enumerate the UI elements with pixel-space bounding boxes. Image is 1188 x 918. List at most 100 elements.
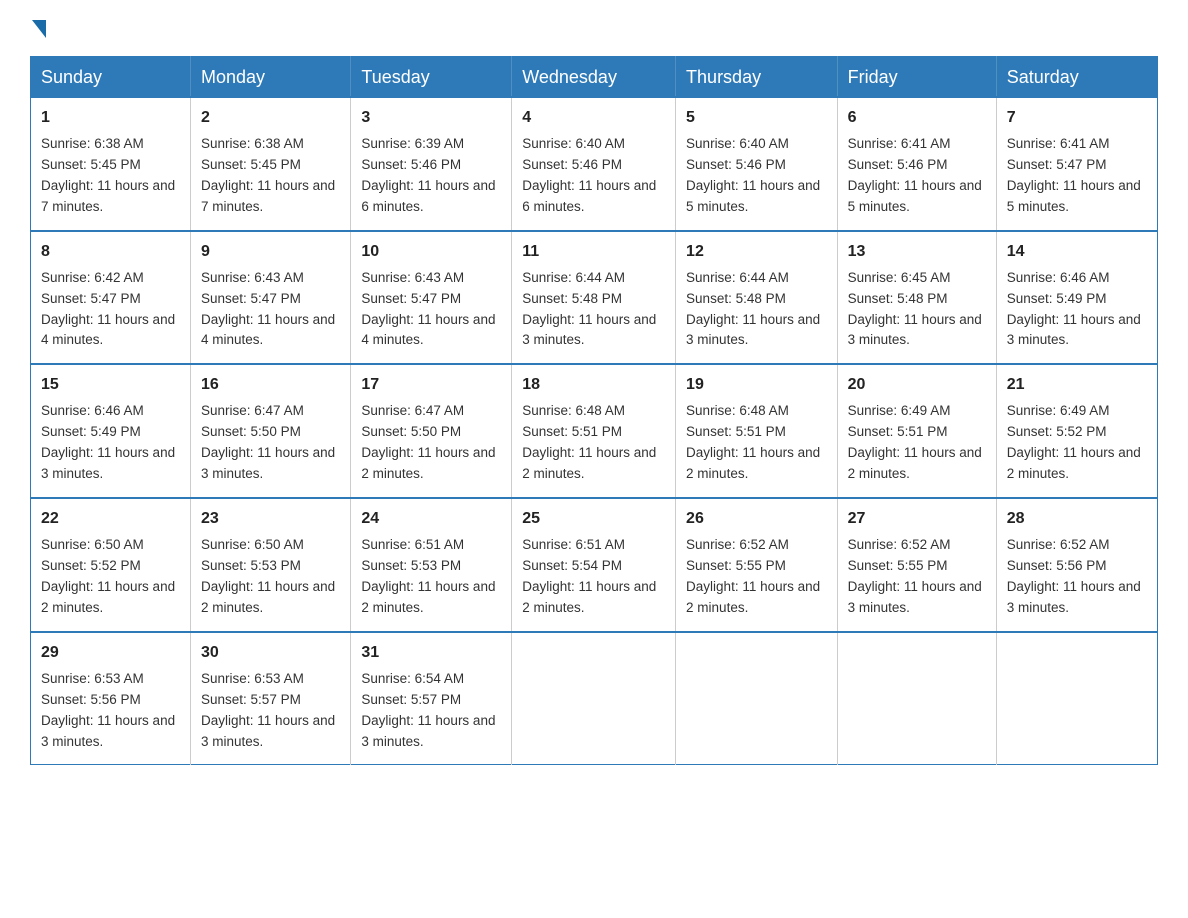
calendar-cell: 19Sunrise: 6:48 AMSunset: 5:51 PMDayligh… (676, 364, 838, 498)
calendar-cell: 21 Sunrise: 6:49 AMSunset: 5:52 PMDayligh… (996, 364, 1157, 498)
day-info: Sunrise: 6:39 AMSunset: 5:46 PMDaylight:… (361, 134, 501, 218)
day-number: 6 (848, 106, 986, 130)
day-number: 24 (361, 507, 501, 531)
day-number: 14 (1007, 240, 1147, 264)
day-number: 27 (848, 507, 986, 531)
day-info: Sunrise: 6:38 AMSunset: 5:45 PMDaylight:… (201, 134, 340, 218)
day-info: Sunrise: 6:50 AMSunset: 5:53 PMDaylight:… (201, 535, 340, 619)
day-number: 19 (686, 373, 827, 397)
calendar-cell: 5 Sunrise: 6:40 AMSunset: 5:46 PMDaylight… (676, 97, 838, 231)
day-info: Sunrise: 6:54 AMSunset: 5:57 PMDaylight:… (361, 669, 501, 753)
calendar-cell (837, 632, 996, 765)
day-number: 20 (848, 373, 986, 397)
calendar-cell: 31 Sunrise: 6:54 AMSunset: 5:57 PMDayligh… (351, 632, 512, 765)
day-info: Sunrise: 6:44 AMSunset: 5:48 PMDaylight:… (522, 268, 665, 352)
day-number: 9 (201, 240, 340, 264)
calendar-week-2: 8 Sunrise: 6:42 AMSunset: 5:47 PMDaylight… (31, 231, 1158, 365)
calendar-cell (996, 632, 1157, 765)
day-number: 21 (1007, 373, 1147, 397)
header-monday: Monday (191, 57, 351, 98)
calendar-cell: 1 Sunrise: 6:38 AMSunset: 5:45 PMDaylight… (31, 97, 191, 231)
calendar-cell: 12 Sunrise: 6:44 AMSunset: 5:48 PMDayligh… (676, 231, 838, 365)
day-number: 16 (201, 373, 340, 397)
calendar-cell: 10 Sunrise: 6:43 AMSunset: 5:47 PMDayligh… (351, 231, 512, 365)
calendar-cell: 17 Sunrise: 6:47 AMSunset: 5:50 PMDayligh… (351, 364, 512, 498)
calendar-week-5: 29 Sunrise: 6:53 AMSunset: 5:56 PMDayligh… (31, 632, 1158, 765)
day-number: 5 (686, 106, 827, 130)
day-info: Sunrise: 6:45 AMSunset: 5:48 PMDaylight:… (848, 268, 986, 352)
day-info: Sunrise: 6:43 AMSunset: 5:47 PMDaylight:… (361, 268, 501, 352)
day-number: 23 (201, 507, 340, 531)
day-info: Sunrise: 6:47 AMSunset: 5:50 PMDaylight:… (361, 401, 501, 485)
header-wednesday: Wednesday (512, 57, 676, 98)
calendar-cell: 23 Sunrise: 6:50 AMSunset: 5:53 PMDayligh… (191, 498, 351, 632)
calendar-table: SundayMondayTuesdayWednesdayThursdayFrid… (30, 56, 1158, 765)
calendar-cell: 22Sunrise: 6:50 AMSunset: 5:52 PMDayligh… (31, 498, 191, 632)
day-info: Sunrise: 6:38 AMSunset: 5:45 PMDaylight:… (41, 134, 180, 218)
day-number: 10 (361, 240, 501, 264)
day-info: Sunrise: 6:53 AMSunset: 5:56 PMDaylight:… (41, 669, 180, 753)
calendar-cell: 9 Sunrise: 6:43 AMSunset: 5:47 PMDaylight… (191, 231, 351, 365)
calendar-cell: 7 Sunrise: 6:41 AMSunset: 5:47 PMDaylight… (996, 97, 1157, 231)
header-thursday: Thursday (676, 57, 838, 98)
calendar-cell: 28 Sunrise: 6:52 AMSunset: 5:56 PMDayligh… (996, 498, 1157, 632)
day-info: Sunrise: 6:41 AMSunset: 5:46 PMDaylight:… (848, 134, 986, 218)
day-number: 11 (522, 240, 665, 264)
day-number: 28 (1007, 507, 1147, 531)
day-info: Sunrise: 6:41 AMSunset: 5:47 PMDaylight:… (1007, 134, 1147, 218)
day-info: Sunrise: 6:40 AMSunset: 5:46 PMDaylight:… (686, 134, 827, 218)
calendar-week-1: 1 Sunrise: 6:38 AMSunset: 5:45 PMDaylight… (31, 97, 1158, 231)
day-number: 17 (361, 373, 501, 397)
day-info: Sunrise: 6:53 AMSunset: 5:57 PMDaylight:… (201, 669, 340, 753)
day-info: Sunrise: 6:49 AMSunset: 5:52 PMDaylight:… (1007, 401, 1147, 485)
calendar-cell: 14 Sunrise: 6:46 AMSunset: 5:49 PMDayligh… (996, 231, 1157, 365)
day-number: 15 (41, 373, 180, 397)
calendar-cell: 24Sunrise: 6:51 AMSunset: 5:53 PMDayligh… (351, 498, 512, 632)
calendar-cell (512, 632, 676, 765)
calendar-cell: 29 Sunrise: 6:53 AMSunset: 5:56 PMDayligh… (31, 632, 191, 765)
calendar-cell: 18 Sunrise: 6:48 AMSunset: 5:51 PMDayligh… (512, 364, 676, 498)
calendar-header-row: SundayMondayTuesdayWednesdayThursdayFrid… (31, 57, 1158, 98)
day-number: 30 (201, 641, 340, 665)
day-info: Sunrise: 6:46 AMSunset: 5:49 PMDaylight:… (1007, 268, 1147, 352)
logo (30, 20, 48, 38)
day-info: Sunrise: 6:44 AMSunset: 5:48 PMDaylight:… (686, 268, 827, 352)
calendar-cell (676, 632, 838, 765)
day-info: Sunrise: 6:52 AMSunset: 5:56 PMDaylight:… (1007, 535, 1147, 619)
day-number: 25 (522, 507, 665, 531)
calendar-cell: 20 Sunrise: 6:49 AMSunset: 5:51 PMDayligh… (837, 364, 996, 498)
calendar-cell: 13Sunrise: 6:45 AMSunset: 5:48 PMDayligh… (837, 231, 996, 365)
calendar-cell: 4Sunrise: 6:40 AMSunset: 5:46 PMDaylight… (512, 97, 676, 231)
calendar-cell: 6 Sunrise: 6:41 AMSunset: 5:46 PMDaylight… (837, 97, 996, 231)
calendar-cell: 2 Sunrise: 6:38 AMSunset: 5:45 PMDaylight… (191, 97, 351, 231)
calendar-cell: 26Sunrise: 6:52 AMSunset: 5:55 PMDayligh… (676, 498, 838, 632)
calendar-week-4: 22Sunrise: 6:50 AMSunset: 5:52 PMDayligh… (31, 498, 1158, 632)
day-number: 31 (361, 641, 501, 665)
day-number: 3 (361, 106, 501, 130)
day-number: 7 (1007, 106, 1147, 130)
day-number: 8 (41, 240, 180, 264)
day-number: 18 (522, 373, 665, 397)
day-info: Sunrise: 6:47 AMSunset: 5:50 PMDaylight:… (201, 401, 340, 485)
logo-arrow-icon (32, 20, 46, 38)
day-info: Sunrise: 6:48 AMSunset: 5:51 PMDaylight:… (522, 401, 665, 485)
day-info: Sunrise: 6:42 AMSunset: 5:47 PMDaylight:… (41, 268, 180, 352)
calendar-week-3: 15 Sunrise: 6:46 AMSunset: 5:49 PMDayligh… (31, 364, 1158, 498)
day-info: Sunrise: 6:52 AMSunset: 5:55 PMDaylight:… (848, 535, 986, 619)
day-info: Sunrise: 6:46 AMSunset: 5:49 PMDaylight:… (41, 401, 180, 485)
day-number: 22 (41, 507, 180, 531)
day-number: 4 (522, 106, 665, 130)
calendar-cell: 16 Sunrise: 6:47 AMSunset: 5:50 PMDayligh… (191, 364, 351, 498)
day-info: Sunrise: 6:43 AMSunset: 5:47 PMDaylight:… (201, 268, 340, 352)
calendar-cell: 25Sunrise: 6:51 AMSunset: 5:54 PMDayligh… (512, 498, 676, 632)
day-number: 2 (201, 106, 340, 130)
day-number: 29 (41, 641, 180, 665)
calendar-cell: 30 Sunrise: 6:53 AMSunset: 5:57 PMDayligh… (191, 632, 351, 765)
day-number: 1 (41, 106, 180, 130)
calendar-cell: 8 Sunrise: 6:42 AMSunset: 5:47 PMDaylight… (31, 231, 191, 365)
day-info: Sunrise: 6:49 AMSunset: 5:51 PMDaylight:… (848, 401, 986, 485)
header-saturday: Saturday (996, 57, 1157, 98)
day-number: 12 (686, 240, 827, 264)
calendar-cell: 15 Sunrise: 6:46 AMSunset: 5:49 PMDayligh… (31, 364, 191, 498)
calendar-cell: 3 Sunrise: 6:39 AMSunset: 5:46 PMDaylight… (351, 97, 512, 231)
